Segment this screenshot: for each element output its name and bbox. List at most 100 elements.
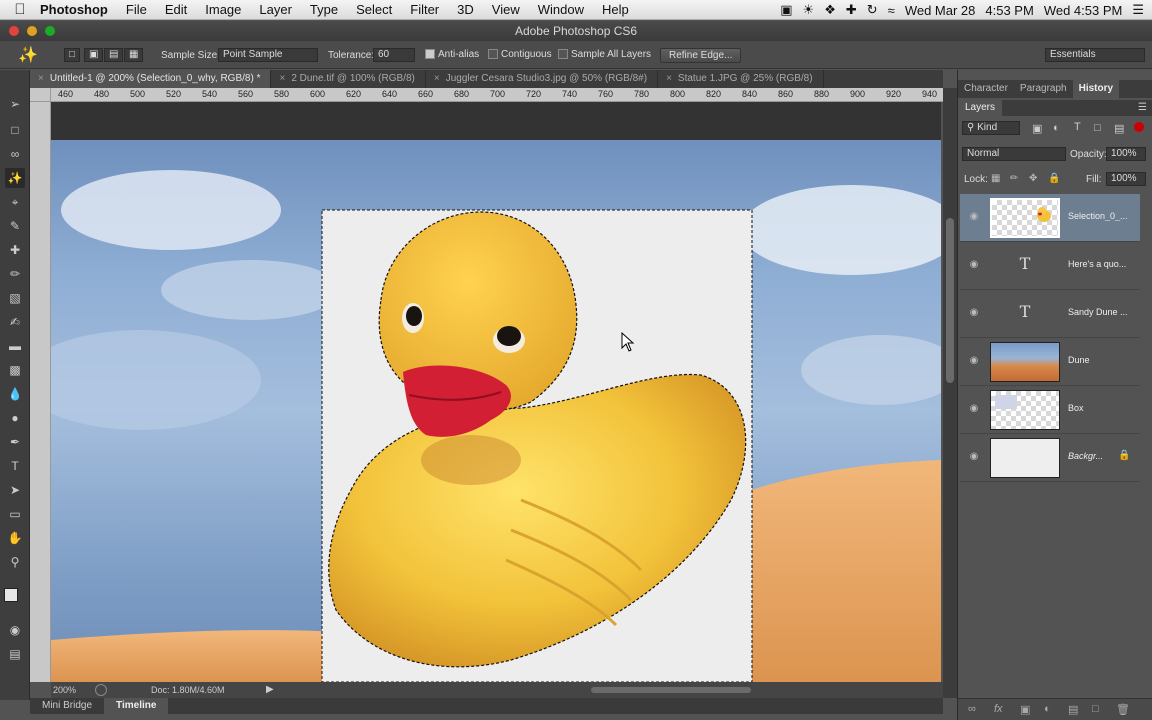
menu-3d[interactable]: 3D	[448, 2, 483, 17]
menu-layer[interactable]: Layer	[250, 2, 301, 17]
screen-icon[interactable]: ▣	[780, 2, 792, 18]
layer-thumbnail[interactable]	[990, 198, 1060, 238]
gradient-tool-icon[interactable]: ▩	[5, 360, 25, 380]
layer-filter-select[interactable]: ⚲ Kind	[962, 121, 1020, 135]
tab-history[interactable]: History	[1072, 80, 1120, 98]
shape-filter-icon[interactable]: □	[1094, 122, 1101, 134]
lock-all-icon[interactable]: 🔒	[1048, 173, 1060, 184]
quick-mask-icon[interactable]: ◉	[5, 620, 25, 640]
visibility-eye-icon[interactable]: ◉	[968, 307, 980, 319]
vertical-ruler[interactable]	[30, 102, 51, 682]
close-tab-icon[interactable]: ×	[434, 73, 440, 84]
sample-all-layers-checkbox[interactable]: Sample All Layers	[558, 49, 651, 60]
brush-tool-icon[interactable]: ✏	[5, 264, 25, 284]
tolerance-input[interactable]: 60	[373, 48, 415, 62]
new-selection-icon[interactable]: □	[64, 48, 81, 62]
filter-toggle-icon[interactable]	[1134, 122, 1144, 132]
tab-untitled-1[interactable]: × Untitled-1 @ 200% (Selection_0_why, RGB…	[30, 70, 272, 88]
sync-icon[interactable]: ↻	[867, 2, 878, 18]
layer-thumbnail[interactable]	[990, 438, 1060, 478]
layer-name[interactable]: Here's a quo...	[1068, 259, 1138, 269]
menubar-clock[interactable]: Wed 4:53 PM	[1044, 3, 1123, 18]
menu-help[interactable]: Help	[593, 2, 638, 17]
app-name[interactable]: Photoshop	[40, 2, 117, 17]
panel-menu-icon[interactable]: ☰	[1138, 102, 1147, 113]
refine-edge-button[interactable]: Refine Edge...	[660, 48, 742, 63]
layer-row-sandy-dune[interactable]: ◉ T Sandy Dune ...	[960, 290, 1140, 338]
screen-mode-icon[interactable]: ▤	[5, 644, 25, 664]
history-brush-tool-icon[interactable]: ✍	[5, 312, 25, 332]
layer-row-dune[interactable]: ◉ Dune	[960, 338, 1140, 386]
list-icon[interactable]: ☰	[1132, 2, 1144, 18]
document-canvas[interactable]	[51, 140, 941, 682]
new-group-icon[interactable]: ▤	[1068, 703, 1078, 716]
visibility-eye-icon[interactable]: ◉	[968, 451, 980, 463]
tab-timeline[interactable]: Timeline	[104, 698, 169, 714]
pen-tool-icon[interactable]: ✒	[5, 432, 25, 452]
menu-window[interactable]: Window	[529, 2, 593, 17]
sample-size-select[interactable]: Point Sample	[218, 48, 318, 62]
delete-layer-icon[interactable]: 🗑	[1116, 703, 1130, 716]
tab-mini-bridge[interactable]: Mini Bridge	[30, 698, 104, 714]
fill-input[interactable]: 100%	[1106, 172, 1146, 186]
menu-type[interactable]: Type	[301, 2, 347, 17]
move-tool-icon[interactable]: ➢	[5, 94, 25, 114]
healing-tool-icon[interactable]: ✚	[5, 240, 25, 260]
tab-paragraph[interactable]: Paragraph	[1014, 80, 1073, 98]
visibility-eye-icon[interactable]: ◉	[968, 403, 980, 415]
layer-row-quote[interactable]: ◉ T Here's a quo...	[960, 242, 1140, 290]
zoom-window-icon[interactable]	[45, 26, 55, 36]
close-window-icon[interactable]	[9, 26, 19, 36]
new-layer-icon[interactable]: □	[1092, 703, 1099, 715]
marquee-tool-icon[interactable]: □	[5, 120, 25, 140]
lasso-tool-icon[interactable]: ∞	[5, 144, 25, 164]
menu-image[interactable]: Image	[196, 2, 250, 17]
text-layer-icon[interactable]: T	[990, 254, 1060, 273]
menubar-date[interactable]: Wed Mar 28	[905, 3, 976, 18]
eraser-tool-icon[interactable]: ▬	[5, 336, 25, 356]
layer-name[interactable]: Selection_0_...	[1068, 211, 1138, 221]
minimize-window-icon[interactable]	[27, 26, 37, 36]
tab-statue[interactable]: × Statue 1.JPG @ 25% (RGB/8)	[658, 70, 824, 88]
layer-mask-icon[interactable]: ▣	[1020, 703, 1030, 716]
lock-pixels-icon[interactable]: ✏	[1010, 173, 1018, 184]
tab-dune[interactable]: × 2 Dune.tif @ 100% (RGB/8)	[271, 70, 426, 88]
vertical-scrollbar[interactable]	[943, 88, 957, 698]
tab-character[interactable]: Character	[958, 80, 1014, 98]
layer-row-selection[interactable]: ◉ Selection_0_...	[960, 194, 1140, 242]
menu-file[interactable]: File	[117, 2, 156, 17]
eyedropper-tool-icon[interactable]: ✎	[5, 216, 25, 236]
magic-wand-tool-icon[interactable]: ✨	[5, 168, 25, 188]
add-selection-icon[interactable]: ▣	[84, 48, 104, 62]
blend-mode-select[interactable]: Normal	[962, 147, 1066, 161]
adjustment-layer-icon[interactable]: ◐	[1044, 703, 1051, 715]
zoom-tool-icon[interactable]: ⚲	[5, 552, 25, 572]
hand-tool-icon[interactable]: ✋	[5, 528, 25, 548]
contiguous-checkbox[interactable]: Contiguous	[488, 49, 552, 60]
brightness-icon[interactable]: ☀	[803, 2, 815, 18]
close-tab-icon[interactable]: ×	[38, 73, 44, 84]
type-tool-icon[interactable]: T	[5, 456, 25, 476]
blur-tool-icon[interactable]: 💧	[5, 384, 25, 404]
text-layer-icon[interactable]: T	[990, 302, 1060, 321]
adjustment-filter-icon[interactable]: ◐	[1053, 122, 1060, 134]
layer-lock-icon[interactable]: 🔒	[1118, 450, 1130, 461]
apple-icon[interactable]: 	[0, 1, 40, 18]
opacity-input[interactable]: 100%	[1106, 147, 1146, 161]
stamp-tool-icon[interactable]: ▧	[5, 288, 25, 308]
subtract-selection-icon[interactable]: ▤	[104, 48, 124, 62]
crop-tool-icon[interactable]: ⌖	[5, 192, 25, 212]
visibility-eye-icon[interactable]: ◉	[968, 211, 980, 223]
fx-icon[interactable]: fx	[994, 703, 1003, 715]
zoom-level[interactable]: 200%	[53, 685, 76, 695]
magic-wand-preset-icon[interactable]: ✨	[18, 45, 38, 65]
path-selection-tool-icon[interactable]: ➤	[5, 480, 25, 500]
dodge-tool-icon[interactable]: ●	[5, 408, 25, 428]
layer-name[interactable]: Box	[1068, 403, 1138, 413]
menubar-time[interactable]: 4:53 PM	[985, 3, 1033, 18]
smart-object-filter-icon[interactable]: ▤	[1114, 122, 1124, 135]
app-status-icon[interactable]: ❖	[824, 2, 836, 18]
horizontal-scrollbar-thumb[interactable]	[591, 687, 751, 693]
visibility-eye-icon[interactable]: ◉	[968, 355, 980, 367]
shape-tool-icon[interactable]: ▭	[5, 504, 25, 524]
